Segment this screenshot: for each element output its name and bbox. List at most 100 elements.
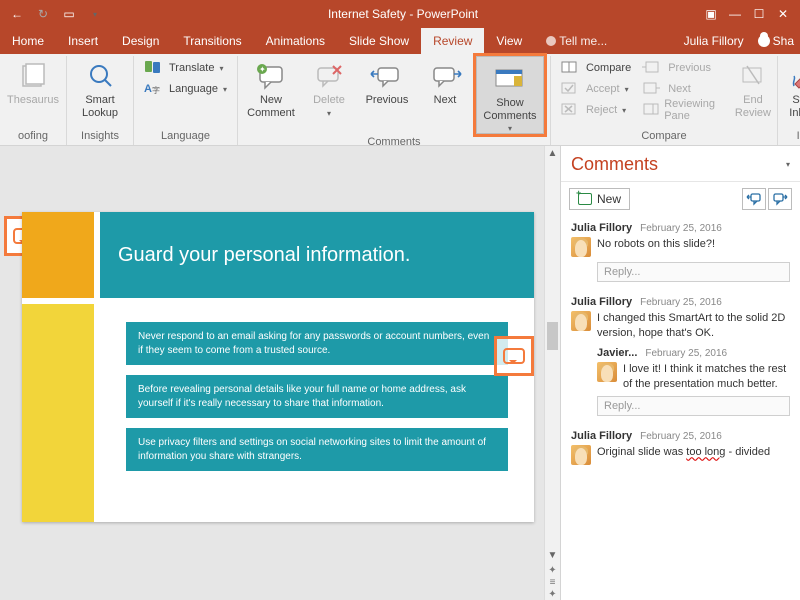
avatar [571,311,591,331]
scroll-up-icon[interactable]: ▲ [545,146,560,162]
next-comment-icon [429,60,461,92]
reject-button[interactable]: Reject ▾ [557,100,635,120]
minimize-icon[interactable]: — [724,3,746,25]
compare-icon [561,60,581,76]
delete-comment-button[interactable]: Delete▾ [302,56,356,118]
smart-lookup-icon [84,60,116,92]
scroll-thumb[interactable] [547,322,558,350]
comment-author: Julia Fillory [571,222,632,234]
compare-button[interactable]: Compare [557,58,635,78]
comment-thread[interactable]: Julia FilloryFebruary 25, 2016 Original … [561,424,800,473]
translate-button[interactable]: Translate▾ [140,58,231,78]
display-options-icon[interactable]: ▣ [700,3,722,25]
comment-text: No robots on this slide?! [597,237,715,252]
signed-in-user[interactable]: Julia Fillory [674,28,754,54]
accept-button[interactable]: Accept ▾ [557,79,635,99]
close-icon[interactable]: ✕ [772,3,794,25]
end-review-icon [737,60,769,92]
reply-input[interactable]: Reply... [597,262,790,282]
reviewing-pane-icon [643,102,659,118]
previous-comment-icon [371,60,403,92]
comment-thread[interactable]: Julia FilloryFebruary 25, 2016 No robots… [561,216,800,290]
previous-thread-button[interactable] [742,188,766,210]
start-inking-button[interactable]: Start Inking [784,56,800,119]
comment-text: I love it! I think it matches the rest o… [623,362,790,392]
pane-menu-icon[interactable]: ▾ [786,160,790,169]
comment-marker-2[interactable] [494,336,534,376]
group-label-proofing: oofing [6,128,60,145]
new-comment-pane-button[interactable]: New [569,188,630,210]
group-label-language: Language [140,128,231,145]
prev-change-icon [643,60,663,76]
tab-design[interactable]: Design [110,28,171,54]
comment-thread[interactable]: Julia FilloryFebruary 25, 2016 I changed… [561,290,800,424]
prev-slide-icon[interactable]: ✦ [548,565,556,576]
reviewing-pane-button[interactable]: Reviewing Pane [639,100,731,120]
language-button[interactable]: A字Language▾ [140,79,231,99]
bulb-icon [546,36,556,46]
tab-animations[interactable]: Animations [254,28,337,54]
language-icon: A字 [144,81,164,97]
slide-tip-3: Use privacy filters and settings on soci… [126,428,508,471]
next-change-icon [643,81,663,97]
show-comments-button[interactable]: Show Comments▾ [479,59,541,133]
comment-date: February 25, 2016 [640,431,722,442]
tab-home[interactable]: Home [0,28,56,54]
next-slide-icon[interactable]: ✦ [548,589,556,600]
comment-author: Javier... [597,347,637,359]
thesaurus-button[interactable]: Thesaurus [6,56,60,107]
new-comment-small-icon [578,193,592,205]
svg-text:字: 字 [152,85,160,95]
previous-comment-button[interactable]: Previous [360,56,414,107]
slide-sep-icon: ≡ [550,577,556,588]
slide-tip-2: Before revealing personal details like y… [126,375,508,418]
vertical-scrollbar[interactable]: ▲ ▼ ✦ ≡ ✦ [544,146,560,600]
smart-lookup-button[interactable]: Smart Lookup [73,56,127,119]
svg-text:✦: ✦ [259,65,266,74]
avatar [571,445,591,465]
ribbon-tabs: Home Insert Design Transitions Animation… [0,28,800,54]
person-icon [758,35,770,47]
end-review-button[interactable]: End Review [735,56,771,119]
show-comments-icon [494,63,526,95]
redo-icon[interactable]: ↻ [32,3,54,25]
comment-author: Julia Fillory [571,430,632,442]
ink-icon [788,60,800,92]
comment-text: I changed this SmartArt to the solid 2D … [597,311,790,341]
group-label-compare: Compare [557,128,771,145]
tell-me-input[interactable]: Tell me... [534,28,619,54]
compare-next-button[interactable]: Next [639,79,731,99]
group-label-ink: Ink [784,128,800,145]
tab-review[interactable]: Review [421,28,484,54]
comment-date: February 25, 2016 [645,348,727,359]
window-title: Internet Safety - PowerPoint [106,7,700,21]
qat-more-icon[interactable]: ▾ [84,3,106,25]
tab-slideshow[interactable]: Slide Show [337,28,421,54]
avatar [597,362,617,382]
reject-icon [561,102,581,118]
tab-transitions[interactable]: Transitions [171,28,253,54]
slide: Guard your personal information. Never r… [22,212,534,522]
new-comment-button[interactable]: ✦ New Comment [244,56,298,119]
tab-view[interactable]: View [484,28,534,54]
group-label-insights: Insights [73,128,127,145]
share-button[interactable]: Sha [754,28,800,54]
thesaurus-icon [17,60,49,92]
slide-title: Guard your personal information. [100,212,534,298]
scroll-down-icon[interactable]: ▼ [548,548,558,564]
slide-tip-1: Never respond to an email asking for any… [126,322,508,365]
show-comments-highlight: Show Comments▾ [476,56,544,134]
slide-accent-orange [22,212,94,298]
tab-insert[interactable]: Insert [56,28,110,54]
accept-icon [561,81,581,97]
start-from-beginning-icon[interactable]: ▭ [58,3,80,25]
back-icon[interactable]: ← [6,3,28,25]
comment-date: February 25, 2016 [640,297,722,308]
compare-previous-button[interactable]: Previous [639,58,731,78]
next-comment-button[interactable]: Next [418,56,472,107]
next-thread-button[interactable] [768,188,792,210]
slide-canvas[interactable]: Guard your personal information. Never r… [0,146,560,600]
reply-input[interactable]: Reply... [597,396,790,416]
maximize-icon[interactable]: ☐ [748,3,770,25]
new-comment-icon: ✦ [255,60,287,92]
